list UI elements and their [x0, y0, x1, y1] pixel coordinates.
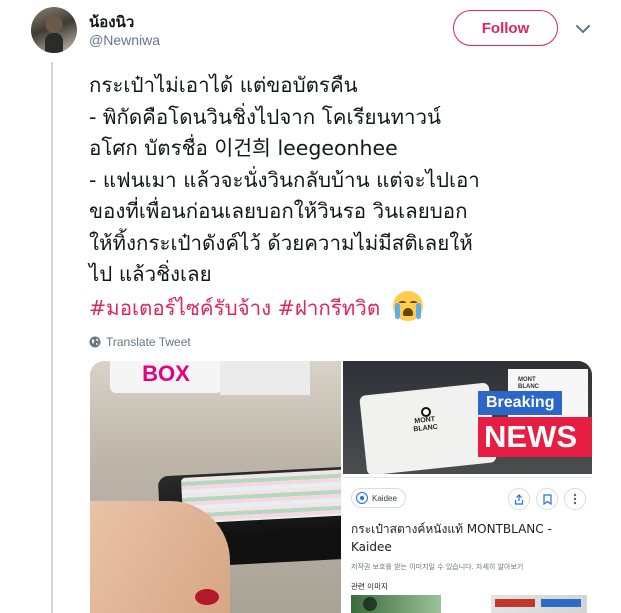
- related-thumbnails: [351, 595, 587, 613]
- display-name[interactable]: น้องนิว: [89, 10, 134, 34]
- tweet-line: ของที่เพื่อนก่อนเลยบอกให้วินรอ วินเลยบอก: [89, 199, 468, 223]
- hashtag-link[interactable]: #ฝากรีทวิต: [278, 296, 380, 320]
- tweet-media[interactable]: BOX MONT BLANC MONT BLANC Breaking NEWS Ka…: [90, 361, 592, 613]
- related-images-label: 관련 이미지: [351, 582, 388, 591]
- kaidee-icon: [356, 492, 368, 504]
- chevron-down-icon[interactable]: [576, 22, 590, 36]
- thread-line: [51, 62, 53, 613]
- image-search-card: Kaidee กระเป๋าสตางค์หนังแท้ MONTBLANC - …: [343, 477, 592, 613]
- globe-icon: [89, 336, 101, 348]
- tweet-line: อโศก บัตรชื่อ 이건희 leegeonhee: [89, 136, 398, 160]
- hashtag-link[interactable]: #มอเตอร์ไซค์รับจ้าง: [89, 296, 271, 320]
- kaidee-source-chip[interactable]: Kaidee: [351, 488, 406, 508]
- source-label: Kaidee: [372, 493, 397, 503]
- breaking-label: Breaking: [478, 391, 563, 415]
- more-icon[interactable]: [564, 488, 586, 510]
- wallet-photo[interactable]: BOX: [90, 361, 341, 613]
- follow-button[interactable]: Follow: [453, 10, 558, 46]
- tweet-text: กระเป๋าไม่เอาได้ แต่ขอบัตรคืน - พิกัดคือ…: [89, 70, 589, 324]
- translate-tweet-link[interactable]: Translate Tweet: [89, 335, 191, 349]
- share-icon[interactable]: [508, 488, 530, 510]
- play-icon: [363, 597, 377, 611]
- hashtag-line: #มอเตอร์ไซค์รับจ้าง #ฝากรีทวิต: [89, 290, 589, 325]
- tweet-line: กระเป๋าไม่เอาได้ แต่ขอบัตรคืน: [89, 73, 358, 97]
- bookmark-icon[interactable]: [536, 488, 558, 510]
- news-label: NEWS: [478, 417, 592, 457]
- montblanc-box-image: MONT BLANC MONT BLANC Breaking NEWS: [343, 361, 592, 474]
- box-sign: BOX: [110, 361, 222, 393]
- tweet-line: - พิกัดคือโดนวินชิ่งไปจาก โคเรียนทาวน์: [89, 104, 442, 129]
- screenshot-photo[interactable]: MONT BLANC MONT BLANC Breaking NEWS Kaidee: [343, 361, 592, 613]
- avatar[interactable]: [31, 7, 77, 53]
- tweet-line: ให้ทิ้งกระเป๋าดังค์ไว้ ด้วยความไม่มีสติเ…: [89, 230, 473, 255]
- tweet-line: - แฟนเมา แล้วจะนั่งวินกลับบ้าน แต่จะไปเอ…: [89, 167, 480, 192]
- translate-label: Translate Tweet: [106, 335, 191, 349]
- thumbnail[interactable]: [491, 595, 587, 613]
- tweet-line: ไป แล้วชิ่งเลย: [89, 262, 212, 286]
- montblanc-logo: MONT BLANC: [413, 415, 439, 434]
- copyright-notice: 저작권 보호를 받는 이미지일 수 있습니다. 자세히 알아보기: [351, 563, 524, 571]
- user-handle[interactable]: @Newniwa: [89, 32, 160, 48]
- thumbnail[interactable]: [351, 595, 441, 613]
- breaking-news-badge: Breaking NEWS: [478, 391, 592, 459]
- crying-face-icon: [392, 290, 423, 321]
- result-title[interactable]: กระเป๋าสตางค์หนังแท้ MONTBLANC - Kaidee: [351, 520, 589, 556]
